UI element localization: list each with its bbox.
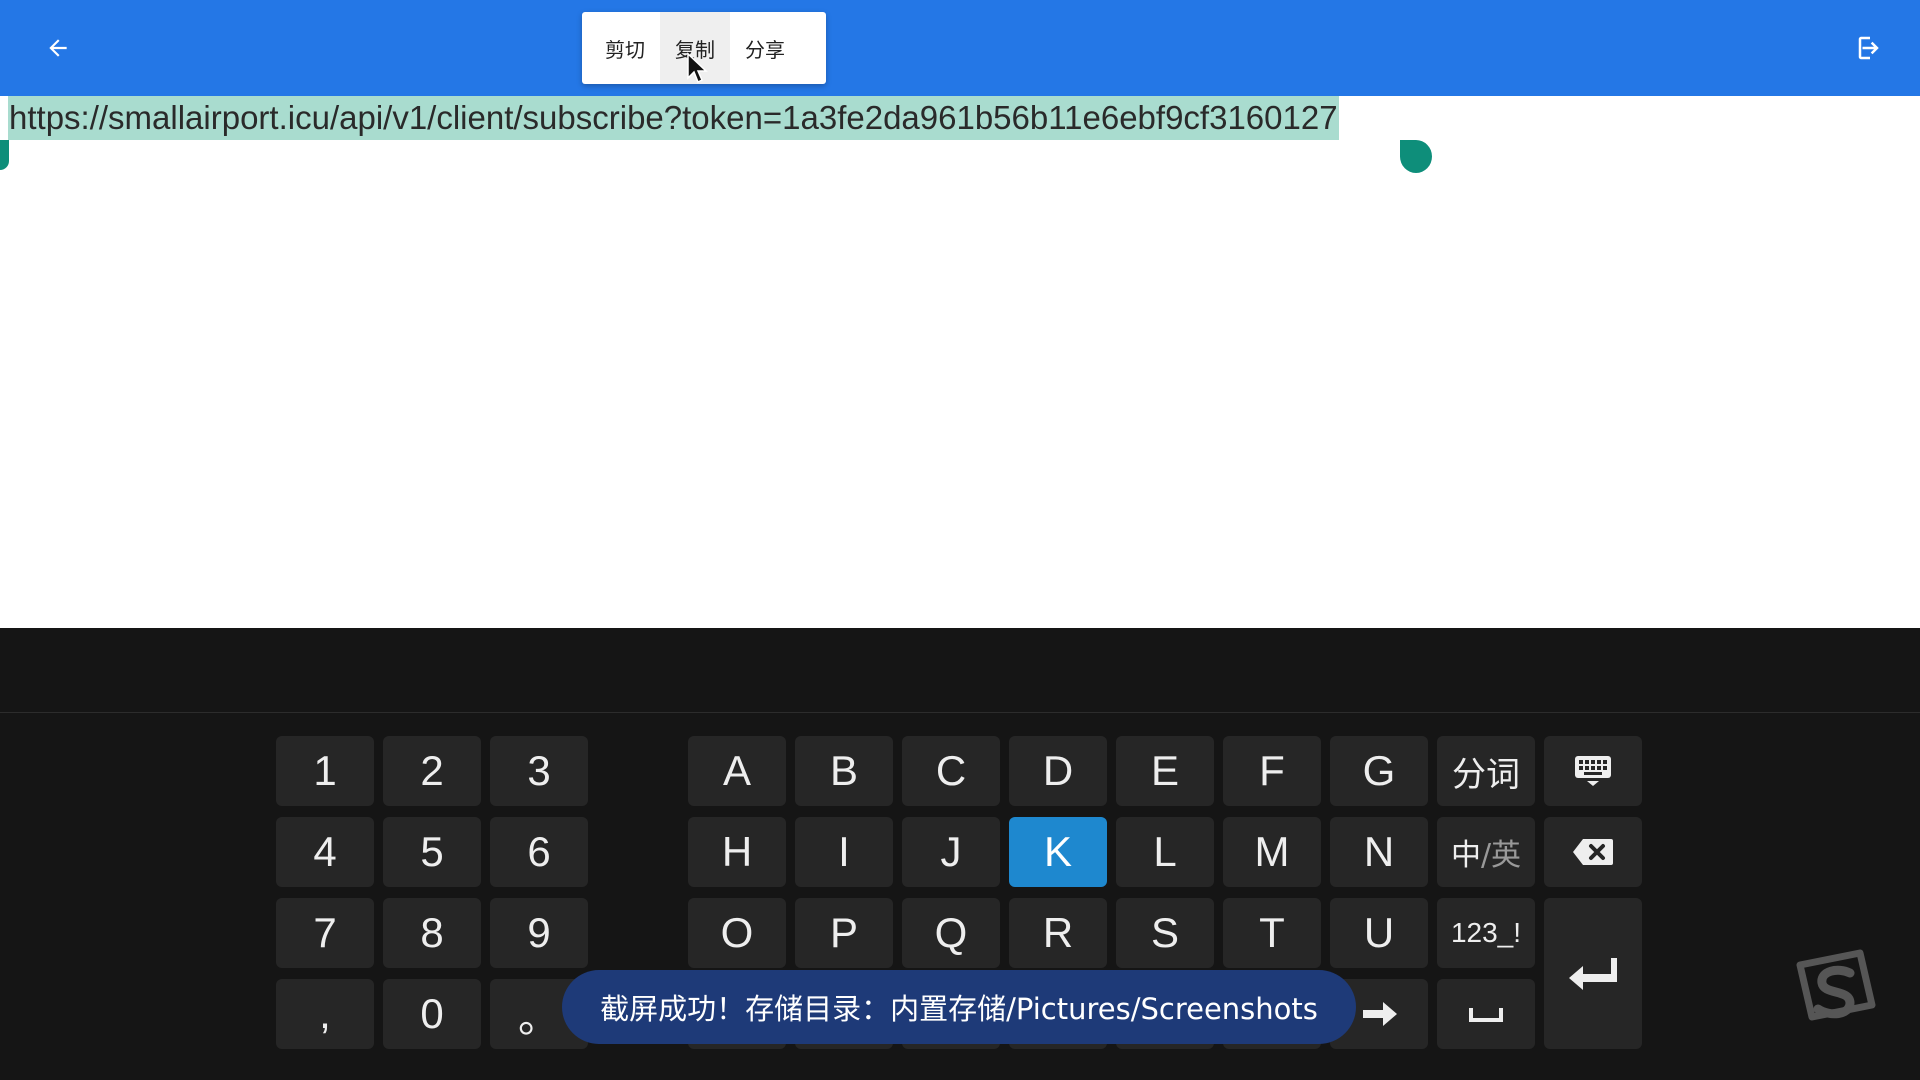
key-F[interactable]: F — [1223, 736, 1321, 806]
key-2[interactable]: 2 — [383, 736, 481, 806]
key-Q[interactable]: Q — [902, 898, 1000, 968]
key-7[interactable]: 7 — [276, 898, 374, 968]
enter-icon — [1569, 957, 1617, 990]
share-menu-item[interactable]: 分享 — [730, 12, 800, 84]
app-logo-watermark-icon — [1796, 949, 1876, 1021]
hide-keyboard-key[interactable] — [1544, 736, 1642, 806]
back-button[interactable] — [38, 28, 78, 68]
cut-menu-item[interactable]: 剪切 — [590, 12, 660, 84]
key-M[interactable]: M — [1223, 817, 1321, 887]
candidate-bar — [0, 628, 1920, 713]
key-5[interactable]: 5 — [383, 817, 481, 887]
login-enter-icon — [1858, 36, 1879, 60]
segment-key[interactable]: 分词 — [1437, 736, 1535, 806]
key-N[interactable]: N — [1330, 817, 1428, 887]
key-S[interactable]: S — [1116, 898, 1214, 968]
key-4[interactable]: 4 — [276, 817, 374, 887]
login-button[interactable] — [1850, 28, 1890, 68]
key-T[interactable]: T — [1223, 898, 1321, 968]
selection-start-handle[interactable] — [0, 140, 9, 170]
key-L[interactable]: L — [1116, 817, 1214, 887]
app-bar: 剪切 复制 分享 — [0, 0, 1920, 96]
key-R[interactable]: R — [1009, 898, 1107, 968]
selection-end-handle[interactable] — [1400, 140, 1432, 173]
keyboard-hide-icon — [1575, 756, 1611, 786]
arrow-left-icon — [49, 39, 67, 57]
key-comma[interactable]: , — [276, 979, 374, 1049]
language-toggle-key[interactable]: 中/英 — [1437, 817, 1535, 887]
key-6[interactable]: 6 — [490, 817, 588, 887]
screenshot-toast: 截屏成功！存储目录：内置存储/Pictures/Screenshots — [562, 970, 1356, 1044]
arrow-right-icon — [1363, 1002, 1397, 1026]
key-E[interactable]: E — [1116, 736, 1214, 806]
key-B[interactable]: B — [795, 736, 893, 806]
key-G[interactable]: G — [1330, 736, 1428, 806]
space-key[interactable] — [1437, 979, 1535, 1049]
key-P[interactable]: P — [795, 898, 893, 968]
key-U[interactable]: U — [1330, 898, 1428, 968]
key-8[interactable]: 8 — [383, 898, 481, 968]
lang-zh-label: 中 — [1450, 838, 1481, 873]
key-3[interactable]: 3 — [490, 736, 588, 806]
backspace-key[interactable] — [1544, 817, 1642, 887]
lang-en-label: /英 — [1480, 838, 1522, 873]
key-J[interactable]: J — [902, 817, 1000, 887]
enter-key[interactable] — [1544, 898, 1642, 1049]
key-1[interactable]: 1 — [276, 736, 374, 806]
copy-menu-item[interactable]: 复制 — [660, 12, 730, 84]
key-C[interactable]: C — [902, 736, 1000, 806]
space-icon — [1469, 1008, 1503, 1022]
key-K-selected[interactable]: K — [1009, 817, 1107, 887]
key-I[interactable]: I — [795, 817, 893, 887]
toast-message: 截屏成功！存储目录：内置存储/Pictures/Screenshots — [600, 992, 1318, 1026]
text-selection-menu: 剪切 复制 分享 — [582, 12, 826, 84]
selected-url-text[interactable]: https://smallairport.icu/api/v1/client/s… — [8, 96, 1339, 140]
key-H[interactable]: H — [688, 817, 786, 887]
key-D[interactable]: D — [1009, 736, 1107, 806]
key-O[interactable]: O — [688, 898, 786, 968]
symbols-key[interactable]: 123_! — [1437, 898, 1535, 968]
backspace-icon — [1573, 839, 1613, 865]
key-0[interactable]: 0 — [383, 979, 481, 1049]
key-A[interactable]: A — [688, 736, 786, 806]
key-9[interactable]: 9 — [490, 898, 588, 968]
